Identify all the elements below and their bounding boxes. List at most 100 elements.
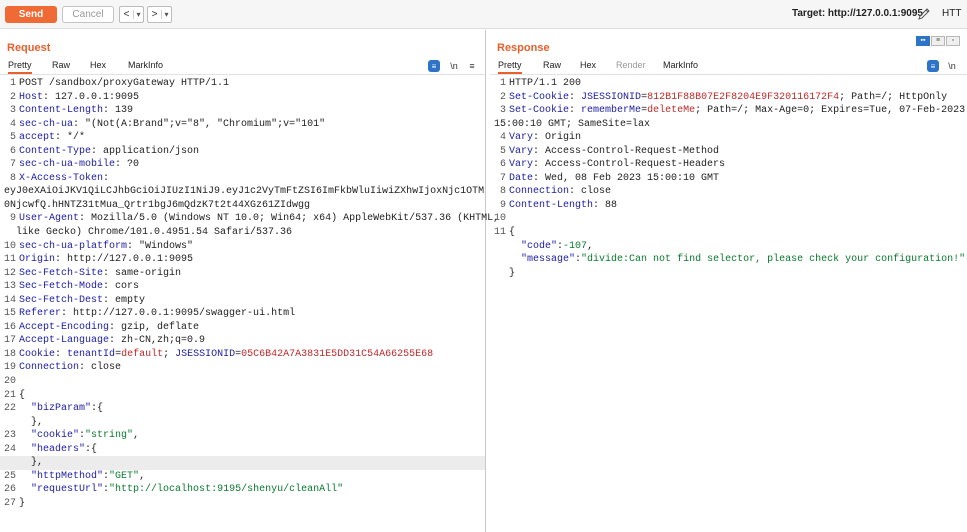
chevron-right-icon: > <box>151 9 158 20</box>
code-line: 6 Vary: Access-Control-Request-Headers <box>490 158 967 172</box>
line-text: User-Agent: Mozilla/5.0 (Windows NT 10.0… <box>19 213 500 225</box>
tab-raw[interactable]: Raw <box>52 60 70 70</box>
line-text: sec-ch-ua: "(Not(A:Brand";v="8", "Chromi… <box>19 118 326 130</box>
header-value: "Windows" <box>133 240 194 252</box>
line-text: Vary: Access-Control-Request-Method <box>509 145 720 157</box>
line-text: }, <box>19 416 481 430</box>
back-button[interactable]: < ▾ <box>119 6 144 23</box>
cookie-value: 05C6B42A7A3831E5DD31C54A66255E68 <box>241 348 434 360</box>
header-name: User-Agent <box>19 213 80 225</box>
line-number: 15 <box>3 308 16 320</box>
tab-pretty[interactable]: Pretty <box>498 60 522 74</box>
code-line: 10 sec-ch-ua-platform: "Windows" <box>0 240 485 254</box>
code-text: }, <box>19 416 44 428</box>
header-name: sec-ch-ua <box>19 118 74 130</box>
line-number: 14 <box>3 294 16 306</box>
code-line: 15 Referer: http://127.0.0.1:9095/swagger… <box>0 307 485 321</box>
line-text: Vary: Origin <box>509 132 582 144</box>
pretty-print-icon[interactable]: ≡ <box>927 60 939 72</box>
cancel-button[interactable]: Cancel <box>62 6 114 23</box>
code-line: 22 "bizParam":{ <box>0 402 485 416</box>
json-value: "string" <box>85 430 134 442</box>
header-name: Sec-Fetch-Site <box>19 267 104 279</box>
line-text: X-Access-Token: <box>19 172 110 184</box>
tab-render[interactable]: Render <box>616 60 646 70</box>
code-line: 19 Connection: close <box>0 361 485 375</box>
cookie-name: tenantId <box>67 348 116 360</box>
line-number: 27 <box>3 497 16 509</box>
line-text: Accept-Encoding: gzip, deflate <box>19 321 200 333</box>
line-number: 10 <box>3 240 16 252</box>
header-value: */* <box>61 132 86 144</box>
pretty-print-icon[interactable]: ≡ <box>428 60 440 72</box>
code-line: 8 Connection: close <box>490 185 967 199</box>
line-number: 7 <box>9 159 16 171</box>
json-punctuation: :{ <box>85 443 98 455</box>
code-line: 24 "headers":{ <box>0 443 485 457</box>
line-text: } <box>509 267 963 281</box>
header-value: "(Not(A:Brand";v="8", "Chromium";v="101" <box>79 118 326 130</box>
hamburger-icon[interactable]: ≡ <box>466 60 478 72</box>
header-value: Origin <box>539 132 582 144</box>
header-value: Access-Control-Request-Headers <box>539 159 726 171</box>
json-value: "GET" <box>109 470 140 482</box>
line-number: 1 <box>499 78 506 89</box>
json-key: "cookie" <box>31 430 80 442</box>
code-text: POST /sandbox/proxyGateway HTTP/1.1 <box>19 78 230 89</box>
header-value: Access-Control-Request-Method <box>539 145 720 157</box>
tab-pretty[interactable]: Pretty <box>8 60 32 74</box>
line-number: 26 <box>3 484 16 496</box>
newline-icon[interactable]: \n <box>946 60 958 72</box>
json-key: "bizParam" <box>31 403 92 415</box>
top-toolbar: Send Cancel < ▾ > ▾ Target: http://127.0… <box>0 0 967 29</box>
line-text: HTTP/1.1 200 <box>509 77 963 91</box>
header-value: zh-CN,zh;q=0.9 <box>115 335 206 347</box>
json-key: "httpMethod" <box>31 470 104 482</box>
tab-markinfo[interactable]: MarkInfo <box>128 60 163 70</box>
line-number: 22 <box>3 403 16 415</box>
header-name: Accept-Language <box>19 335 110 347</box>
request-tabs: Pretty Raw Hex MarkInfo <box>0 58 485 74</box>
header-name: Vary <box>509 159 534 171</box>
line-number: 4 <box>499 132 506 144</box>
header-value: ; Path=/; HttpOnly <box>839 91 948 103</box>
json-punctuation: , <box>133 430 140 442</box>
code-line: 10 <box>490 212 967 226</box>
line-number: 16 <box>3 321 16 333</box>
tab-markinfo[interactable]: MarkInfo <box>663 60 698 70</box>
request-editor[interactable]: 1 POST /sandbox/proxyGateway HTTP/1.1 2 Hos… <box>0 77 500 532</box>
pencil-icon[interactable] <box>917 7 931 21</box>
line-text: Cookie: tenantId=default; JSESSIONID=05C… <box>19 348 434 360</box>
header-value: 88 <box>599 199 618 211</box>
line-number: 21 <box>3 389 16 401</box>
line-text: "requestUrl":"http://localhost:9195/shen… <box>19 483 481 497</box>
chevron-down-icon[interactable]: ▾ <box>161 10 171 19</box>
line-text: Content-Length: 88 <box>509 199 618 211</box>
tab-hex[interactable]: Hex <box>580 60 596 70</box>
line-number: 18 <box>3 348 16 360</box>
json-key: "requestUrl" <box>31 484 104 496</box>
code-line: }, <box>0 416 485 430</box>
line-number: 2 <box>9 91 16 103</box>
code-line: 18 Cookie: tenantId=default; JSESSIONID=0… <box>0 348 485 362</box>
code-text: { <box>509 227 516 239</box>
line-text: }, <box>19 456 481 470</box>
json-punctuation: :{ <box>91 403 104 415</box>
code-text: }, <box>19 457 44 469</box>
target-label[interactable]: Target: http://127.0.0.1:9095 <box>792 8 923 19</box>
line-number: 2 <box>499 91 506 103</box>
http-version-label[interactable]: HTT <box>942 8 961 19</box>
newline-icon[interactable]: \n <box>448 60 460 72</box>
forward-button[interactable]: > ▾ <box>147 6 172 23</box>
line-text: "httpMethod":"GET", <box>19 470 481 484</box>
response-editor[interactable]: 1 HTTP/1.1 200 2 Set-Cookie: JSESSIONID=812… <box>490 77 967 532</box>
send-button[interactable]: Send <box>5 6 57 23</box>
chevron-down-icon[interactable]: ▾ <box>133 10 143 19</box>
header-name: Set-Cookie <box>509 91 570 103</box>
code-line: 1 POST /sandbox/proxyGateway HTTP/1.1 <box>0 77 485 91</box>
tab-raw[interactable]: Raw <box>543 60 561 70</box>
line-number: 25 <box>3 470 16 482</box>
header-name: Connection <box>19 362 80 374</box>
tab-hex[interactable]: Hex <box>90 60 106 70</box>
line-text: sec-ch-ua-mobile: ?0 <box>19 159 140 171</box>
